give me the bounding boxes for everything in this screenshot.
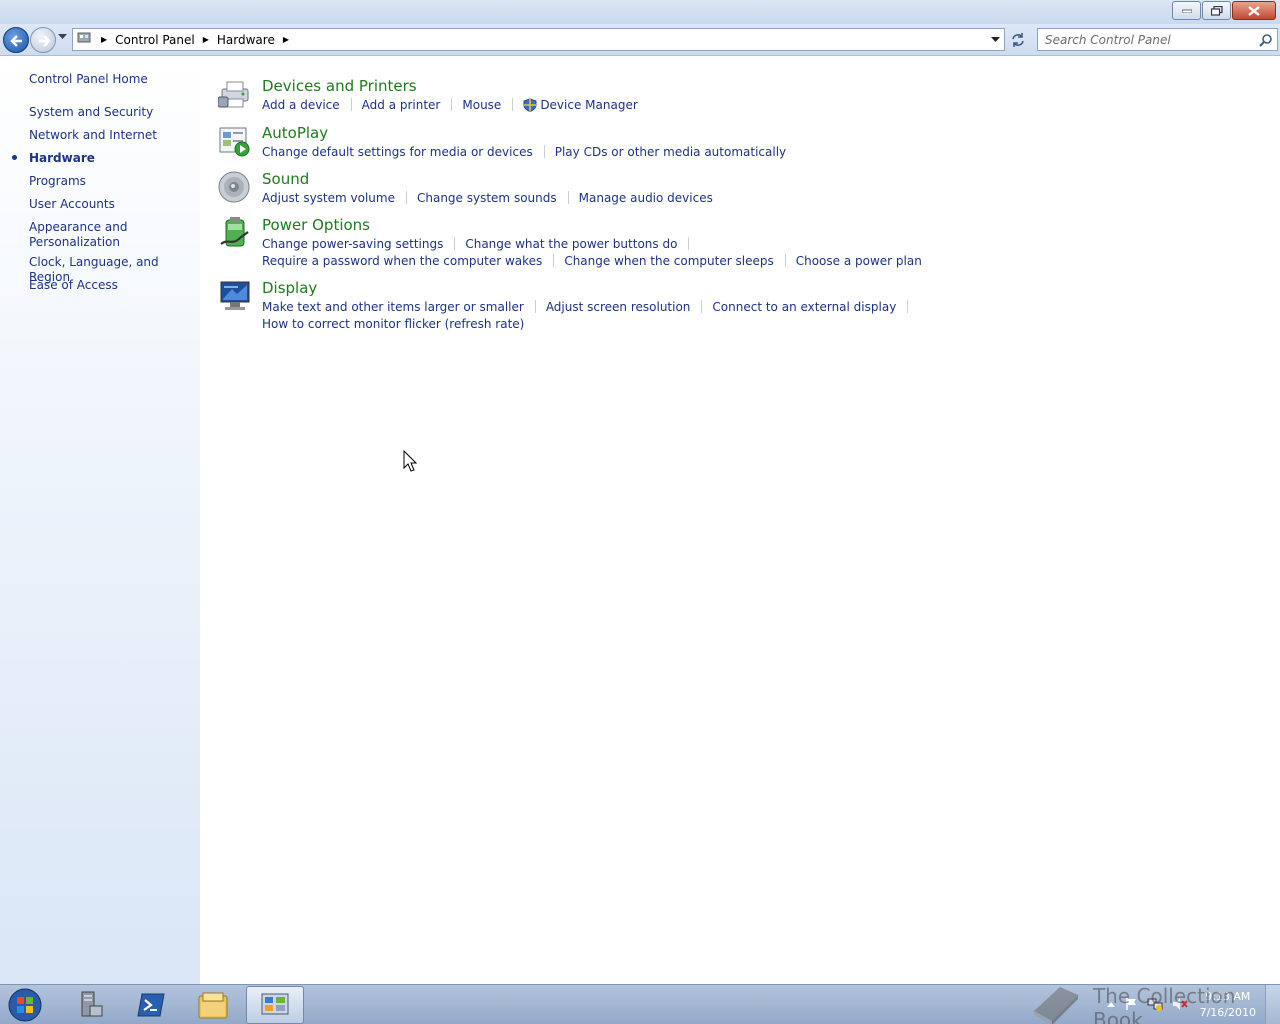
link-separator [350,98,352,111]
link-separator [454,237,456,250]
link-choose-power-plan[interactable]: Choose a power plan [796,254,922,268]
link-add-a-printer[interactable]: Add a printer [362,98,441,112]
link-change-sleep-time[interactable]: Change when the computer sleeps [564,254,773,268]
link-separator [512,98,514,111]
sidebar-item-system-and-security[interactable]: System and Security [29,105,194,120]
taskbar-windows-explorer[interactable] [184,986,242,1024]
refresh-icon [1012,32,1024,47]
link-separator [688,237,690,250]
title-bar [0,0,1280,24]
active-item-bullet [12,155,17,160]
speaker-icon[interactable] [218,170,252,204]
server-manager-icon [81,991,103,1017]
link-separator [567,191,569,204]
link-device-manager[interactable]: Device Manager [540,98,637,112]
taskbar-powershell[interactable] [122,986,180,1024]
powershell-icon [137,993,165,1017]
link-change-system-sounds[interactable]: Change system sounds [417,191,557,205]
mouse-cursor-icon [403,450,417,472]
category-title[interactable]: Display [262,279,317,297]
breadcrumb-hardware[interactable]: Hardware [217,33,275,47]
sidebar-item-hardware[interactable]: Hardware [29,151,194,166]
address-dropdown-icon[interactable] [991,37,1000,43]
sidebar-item-ease-of-access[interactable]: Ease of Access [29,278,194,293]
breadcrumb-separator-icon[interactable]: ▶ [203,35,209,44]
search-box[interactable] [1037,28,1278,51]
watermark: The Collection Book [1030,976,1280,1024]
breadcrumb-separator-icon[interactable]: ▶ [101,35,107,44]
explorer-icon [198,992,228,1019]
recent-pages-dropdown-icon[interactable] [58,34,67,40]
link-separator [543,145,545,158]
link-separator [451,98,453,111]
forward-button[interactable] [30,27,56,53]
link-separator [701,300,703,313]
book-icon [1034,987,1078,1024]
sidebar-item-programs[interactable]: Programs [29,174,194,189]
link-separator [405,191,407,204]
breadcrumb-separator-icon[interactable]: ▶ [283,35,289,44]
category-title[interactable]: AutoPlay [262,124,328,142]
link-connect-external-display[interactable]: Connect to an external display [712,300,896,314]
link-adjust-screen-resolution[interactable]: Adjust screen resolution [546,300,691,314]
link-change-default-settings[interactable]: Change default settings for media or dev… [262,145,533,159]
category-title[interactable]: Devices and Printers [262,77,417,95]
navigation-bar: ▶ Control Panel ▶ Hardware ▶ [0,24,1280,56]
link-make-text-larger[interactable]: Make text and other items larger or smal… [262,300,524,314]
link-change-power-buttons[interactable]: Change what the power buttons do [465,237,677,251]
link-separator [784,254,786,267]
taskbar-control-panel[interactable] [246,986,304,1024]
battery-icon[interactable] [218,216,252,250]
link-add-a-device[interactable]: Add a device [262,98,340,112]
search-icon[interactable] [1255,33,1277,47]
link-adjust-system-volume[interactable]: Adjust system volume [262,191,395,205]
windows-start-icon [8,988,42,1022]
sidebar-item-network-and-internet[interactable]: Network and Internet [29,128,194,143]
link-change-power-saving-settings[interactable]: Change power-saving settings [262,237,443,251]
control-panel-icon [77,31,93,48]
link-separator [907,300,909,313]
watermark-text: The Collection Book [1092,984,1236,1024]
refresh-button[interactable] [1006,28,1030,51]
address-bar[interactable]: ▶ Control Panel ▶ Hardware ▶ [72,28,1005,51]
search-input[interactable] [1038,29,1255,50]
category-title[interactable]: Sound [262,170,309,188]
monitor-icon[interactable] [218,279,252,313]
sidebar: Control Panel Home System and Security N… [0,57,200,984]
sidebar-item-user-accounts[interactable]: User Accounts [29,197,194,212]
sidebar-item-control-panel-home[interactable]: Control Panel Home [29,72,194,87]
link-correct-monitor-flicker[interactable]: How to correct monitor flicker (refresh … [262,317,524,331]
link-mouse[interactable]: Mouse [462,98,501,112]
uac-shield-icon [523,98,537,112]
category-title[interactable]: Power Options [262,216,370,234]
sidebar-item-appearance-and-personalization[interactable]: Appearance and Personalization [29,220,129,250]
back-button[interactable] [3,27,29,53]
link-separator [534,300,536,313]
close-button[interactable] [1232,1,1276,20]
start-button[interactable] [3,986,47,1024]
link-separator [553,254,555,267]
link-manage-audio-devices[interactable]: Manage audio devices [579,191,713,205]
control-panel-icon [261,993,289,1015]
restore-button[interactable] [1202,1,1231,20]
breadcrumb-control-panel[interactable]: Control Panel [115,33,195,47]
printer-icon[interactable] [217,77,252,111]
minimize-button[interactable] [1172,1,1201,20]
main-content: Devices and Printers Add a device Add a p… [200,57,1280,984]
link-play-cds-automatically[interactable]: Play CDs or other media automatically [555,145,786,159]
link-require-password-on-wake[interactable]: Require a password when the computer wak… [262,254,542,268]
taskbar-server-manager[interactable] [60,986,118,1024]
autoplay-icon[interactable] [218,124,252,158]
